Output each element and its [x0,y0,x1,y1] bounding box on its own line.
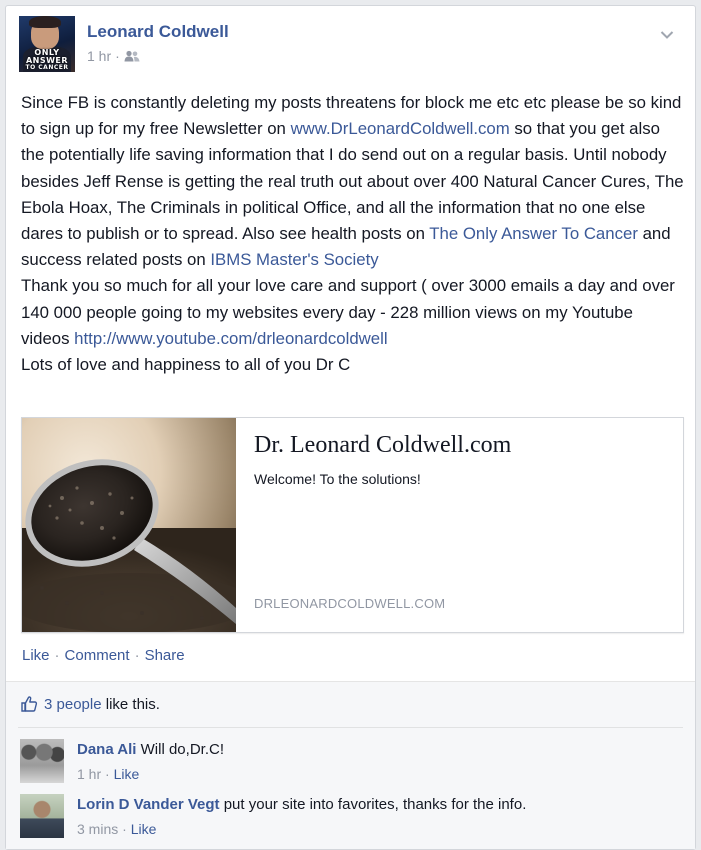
comment-item: Dana Ali Will do,Dr.C! 1 hr · Like [20,739,680,785]
post-time[interactable]: 1 hr [87,48,111,64]
link-preview-image[interactable] [22,418,236,632]
youtube-link[interactable]: http://www.youtube.com/drleonardcoldwell [74,329,387,348]
action-separator: · [54,647,60,664]
newsletter-link[interactable]: www.DrLeonardColdwell.com [291,119,510,138]
only-answer-page-link[interactable]: The Only Answer To Cancer [429,224,638,243]
action-separator: · [134,647,140,664]
chevron-down-icon[interactable] [660,30,674,40]
link-preview-domain: DRLEONARDCOLDWELL.COM [254,596,446,611]
friends-icon[interactable] [124,50,140,62]
post-body: Since FB is constantly deleting my posts… [21,93,684,375]
divider [18,727,683,728]
author-avatar[interactable]: ONLY ANSWER TO CANCER [19,16,75,72]
avatar-logo-text: ONLY ANSWER TO CANCER [25,48,69,71]
post-card: ONLY ANSWER TO CANCER Leonard Coldwell 1… [5,5,696,850]
commenter-avatar[interactable] [20,739,64,783]
author-name[interactable]: Leonard Coldwell [87,22,229,42]
comment-text: Will do,Dr.C! [140,741,224,758]
commenter-avatar[interactable] [20,794,64,838]
post-actions: Like · Comment · Share [22,647,185,664]
commenter-name[interactable]: Dana Ali [77,741,136,758]
comment-time[interactable]: 1 hr [77,766,101,782]
post-header: ONLY ANSWER TO CANCER Leonard Coldwell 1… [19,16,679,76]
likes-summary: 3 people like this. [20,695,160,713]
spoon-seeds-image [22,459,236,632]
feedback-section: 3 people like this. Dana Ali Will do,Dr.… [6,681,695,849]
commenter-name[interactable]: Lorin D Vander Vegt [77,796,220,813]
comment-item: Lorin D Vander Vegt put your site into f… [20,794,680,840]
share-link[interactable]: Share [145,647,185,664]
comment-time[interactable]: 3 mins [77,821,118,837]
meta-separator: · [115,48,120,64]
comment-like-link[interactable]: Like [131,821,157,837]
post-meta: 1 hr · [87,48,140,64]
link-preview-title[interactable]: Dr. Leonard Coldwell.com [254,432,511,459]
link-preview-card[interactable]: Dr. Leonard Coldwell.com Welcome! To the… [21,417,684,633]
ibms-page-link[interactable]: IBMS Master's Society [210,250,378,269]
comment-text: put your site into favorites, thanks for… [223,796,527,813]
thumbs-up-icon [21,696,38,712]
comment-like-link[interactable]: Like [114,766,140,782]
like-link[interactable]: Like [22,647,50,664]
likers-link[interactable]: 3 people [44,696,102,713]
link-preview-description: Welcome! To the solutions! [254,471,421,487]
comment-link[interactable]: Comment [65,647,130,664]
